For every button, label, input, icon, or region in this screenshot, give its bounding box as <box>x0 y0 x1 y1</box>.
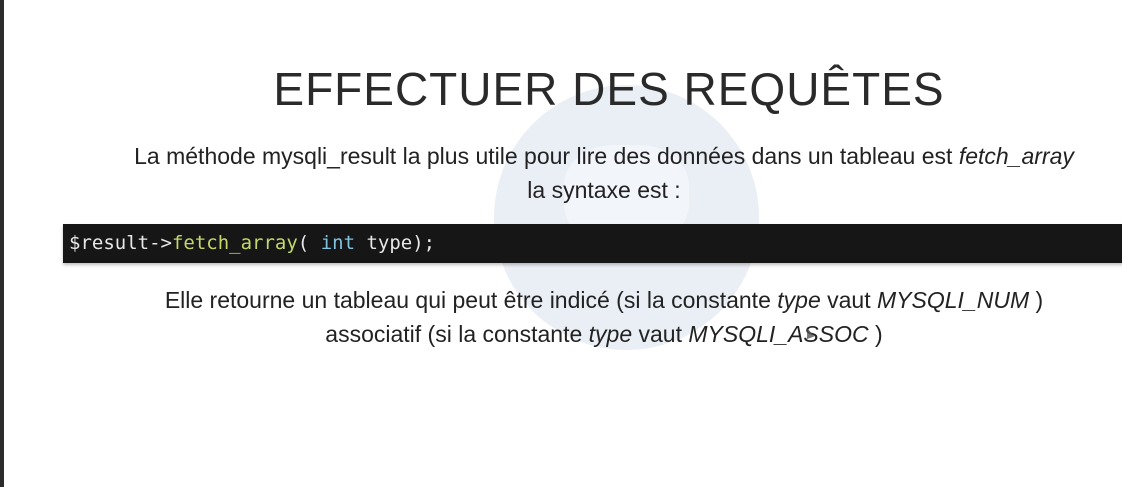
code-function: fetch_array <box>171 232 298 254</box>
description-line-2: associatif (si la constante type vaut MY… <box>4 317 1122 351</box>
description-paragraph: Elle retourne un tableau qui peut être i… <box>4 283 1122 351</box>
code-rest: type); <box>355 232 436 254</box>
desc-text-2a: associatif (si la constante <box>325 321 589 347</box>
desc-text-2b: vaut <box>632 321 689 347</box>
desc-text-1c: ) <box>1029 287 1044 313</box>
intro-text: La méthode mysqli_result la plus utile p… <box>134 143 959 169</box>
desc-constant-num: MYSQLI_NUM <box>877 287 1030 313</box>
intro-line-1: La méthode mysqli_result la plus utile p… <box>4 139 1122 173</box>
code-keyword: int <box>320 232 356 254</box>
slide: EFFECTUER DES REQUÊTES La méthode mysqli… <box>4 0 1122 487</box>
desc-text-1b: vaut <box>820 287 878 313</box>
intro-method-name: fetch_array <box>958 143 1074 169</box>
description-line-1: Elle retourne un tableau qui peut être i… <box>4 283 1122 317</box>
desc-text-1a: Elle retourne un tableau qui peut être i… <box>164 287 778 313</box>
intro-paragraph: La méthode mysqli_result la plus utile p… <box>4 139 1122 207</box>
desc-constant-assoc: MYSQLI_ASSOC <box>688 321 869 347</box>
intro-line-2: la syntaxe est : <box>527 177 681 203</box>
slide-title: EFFECTUER DES REQUÊTES <box>273 63 945 115</box>
desc-text-2c: ) <box>868 321 883 347</box>
code-block: $result->fetch_array( int type); <box>63 224 1122 263</box>
desc-type-1: type <box>777 287 821 313</box>
code-variable: $result-> <box>69 232 172 254</box>
desc-type-2: type <box>588 321 633 347</box>
code-open-paren: ( <box>297 232 321 254</box>
